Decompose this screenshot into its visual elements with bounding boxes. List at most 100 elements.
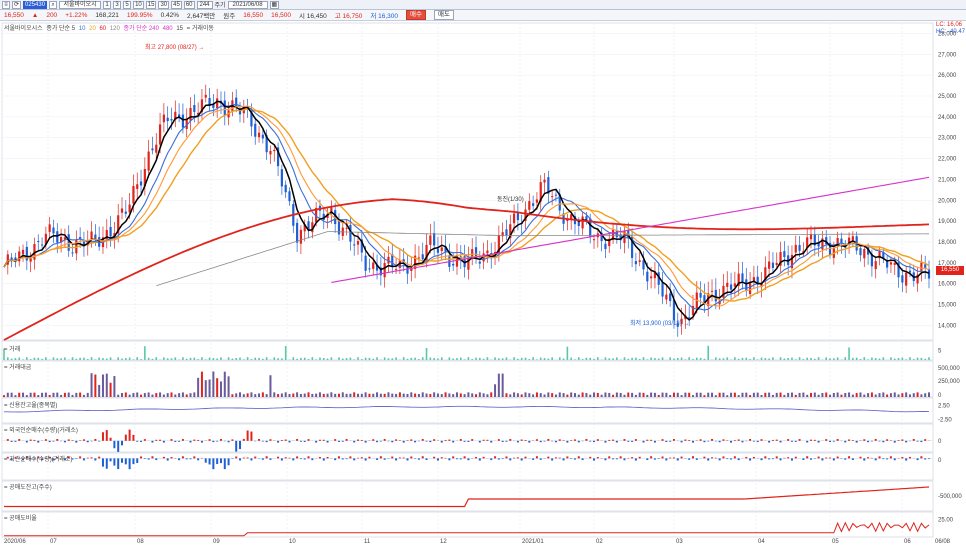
panel-y-label: -500,000 xyxy=(938,494,962,500)
candle-body xyxy=(235,97,238,107)
foreign-bar xyxy=(806,440,809,443)
interval-10[interactable]: 10 xyxy=(133,0,144,9)
volume-bar xyxy=(101,374,104,397)
interval-45[interactable]: 45 xyxy=(171,0,182,9)
foreign-bar xyxy=(631,440,634,442)
volume-tick xyxy=(707,345,710,360)
candle-body xyxy=(356,241,360,245)
institution-bar xyxy=(436,458,439,461)
volume-bar xyxy=(280,393,283,397)
interval-1[interactable]: 1 xyxy=(103,0,112,9)
volume-bar xyxy=(147,392,150,397)
foreign-bar xyxy=(798,439,801,441)
volume-tick xyxy=(18,357,21,360)
trade-amount: 2,647백만 xyxy=(187,13,216,20)
volume-bar xyxy=(410,392,413,397)
stock-chart[interactable]: 28,00027,00026,00025,00024,00023,00022,0… xyxy=(0,21,966,544)
foreign-bar xyxy=(448,439,451,441)
foreign-bar xyxy=(737,439,740,441)
volume-bar xyxy=(650,392,653,397)
foreign-bar xyxy=(117,440,120,452)
volume-tick xyxy=(920,357,923,360)
volume-tick xyxy=(479,357,481,360)
candle-body xyxy=(505,229,508,236)
volume-tick xyxy=(136,357,139,360)
volume-bar xyxy=(619,392,622,397)
menu-icon[interactable]: ≡ xyxy=(2,0,10,9)
foreign-bar xyxy=(482,439,485,441)
volume-bar xyxy=(414,393,417,397)
institution-bar xyxy=(707,458,710,461)
volume-bar xyxy=(665,392,668,397)
institution-legend: = 기관순매수(수량)(거래소) xyxy=(4,457,73,463)
volume-bar xyxy=(52,392,55,397)
volume-tick xyxy=(688,357,690,360)
volume-tick xyxy=(361,359,363,360)
volume-bar xyxy=(741,392,744,397)
foreign-bar xyxy=(452,440,455,443)
institution-bar xyxy=(208,458,211,465)
institution-bar xyxy=(558,457,561,459)
credit-line xyxy=(4,405,930,413)
institution-bar xyxy=(566,456,569,459)
volume-bar xyxy=(395,393,398,397)
volume-tick xyxy=(543,358,546,360)
refresh-icon[interactable]: ⟳ xyxy=(12,0,22,9)
calendar-icon[interactable]: ▦ xyxy=(269,0,280,9)
volume-bar xyxy=(425,393,428,397)
foreign-bar xyxy=(848,439,851,441)
institution-bar xyxy=(254,456,257,459)
y-tick-label: 15,000 xyxy=(938,303,957,309)
foreign-bar xyxy=(162,440,165,443)
volume-tick xyxy=(798,357,801,360)
institution-bar xyxy=(547,456,550,459)
panel-y-label: 0 xyxy=(938,458,942,464)
volume-bar xyxy=(718,392,721,397)
volume-tick xyxy=(60,358,62,360)
institution-bar xyxy=(832,458,835,461)
search-icon[interactable]: ⌕ xyxy=(49,0,58,9)
credit-legend: = 신용잔고율(종목별) xyxy=(4,403,58,409)
volume-tick xyxy=(364,357,367,360)
institution-bar xyxy=(794,456,797,459)
volume-tick xyxy=(258,357,260,360)
volume-tick xyxy=(638,359,641,360)
volume-tick xyxy=(273,357,276,360)
volume-tick xyxy=(7,357,9,360)
volume-bar xyxy=(189,393,192,397)
interval-5[interactable]: 5 xyxy=(123,0,132,9)
volume1-legend: = 거래 xyxy=(4,347,21,353)
buy-button[interactable]: 매수 xyxy=(406,10,426,20)
institution-bar xyxy=(924,458,927,460)
stock-code-input[interactable]: 025430 xyxy=(23,0,48,9)
volume-tick xyxy=(372,358,375,360)
institution-bar xyxy=(284,457,287,459)
volume-bar xyxy=(634,394,637,397)
sell-button[interactable]: 매도 xyxy=(434,10,454,20)
panel-frame-3 xyxy=(1,397,934,424)
foreign-bar xyxy=(855,440,858,443)
date-input[interactable]: 2021/06/08 xyxy=(227,0,268,9)
foreign-bar xyxy=(258,439,261,441)
volume-bar xyxy=(790,392,793,397)
volume-tick xyxy=(311,357,314,360)
volume-bar xyxy=(524,392,527,397)
interval-60[interactable]: 60 xyxy=(183,0,195,9)
period-count-input[interactable]: 244 xyxy=(196,0,213,9)
volume-bar xyxy=(821,392,824,397)
volume-tick xyxy=(574,359,576,360)
institution-bar xyxy=(745,456,748,459)
volume-bar xyxy=(3,395,5,397)
volume-tick xyxy=(235,358,238,360)
interval-15[interactable]: 15 xyxy=(145,0,157,9)
interval-30[interactable]: 30 xyxy=(158,0,170,9)
institution-bar xyxy=(318,456,321,459)
volume-bar xyxy=(185,394,188,397)
institution-bar xyxy=(128,458,131,470)
volume-bar xyxy=(653,392,656,397)
volume-bar xyxy=(197,377,200,397)
interval-3[interactable]: 3 xyxy=(113,0,122,9)
foreign-bar xyxy=(471,439,474,441)
foreign-bar xyxy=(771,439,774,441)
foreign-bar xyxy=(573,439,576,441)
